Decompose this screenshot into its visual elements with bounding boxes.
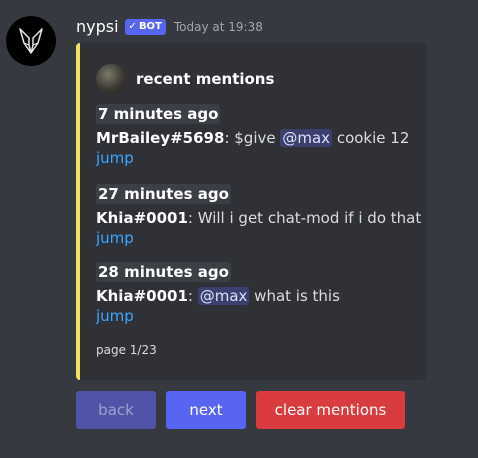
mention-text: what is this — [249, 287, 340, 305]
mention-user: Khia#0001 — [96, 287, 188, 305]
wolf-logo-icon — [19, 28, 43, 54]
mention-message: MrBailey#5698: $give @max cookie 12 — [96, 129, 410, 147]
bot-avatar[interactable] — [6, 16, 56, 66]
mention-time: 27 minutes ago — [96, 184, 231, 204]
mention-user: Khia#0001 — [96, 209, 188, 227]
mentions-embed: recent mentions 7 minutes ago MrBailey#5… — [76, 43, 426, 380]
jump-link[interactable]: jump — [96, 148, 409, 168]
bot-badge-label: BOT — [138, 20, 162, 32]
back-button[interactable]: back — [76, 391, 156, 429]
page-indicator: page 1/23 — [96, 343, 157, 357]
mention-text: cookie 12 — [332, 129, 410, 147]
mention-item: 28 minutes ago Khia#0001: @max what is t… — [96, 262, 340, 326]
user-mention-ping[interactable]: @max — [197, 287, 250, 305]
author-avatar — [96, 64, 126, 94]
clear-mentions-button[interactable]: clear mentions — [256, 391, 405, 429]
user-mention-ping[interactable]: @max — [280, 129, 333, 147]
mention-message: Khia#0001: Will i get chat-mod if i do t… — [96, 209, 422, 227]
next-button[interactable]: next — [166, 391, 246, 429]
username[interactable]: nypsi — [76, 17, 119, 36]
embed-author: recent mentions — [96, 64, 274, 94]
mention-time: 7 minutes ago — [96, 104, 221, 124]
checkmark-icon: ✓ — [128, 20, 137, 32]
jump-link[interactable]: jump — [96, 228, 421, 248]
timestamp[interactable]: Today at 19:38 — [174, 20, 263, 34]
jump-link[interactable]: jump — [96, 306, 340, 326]
bot-badge: ✓ BOT — [124, 18, 166, 35]
mention-item: 27 minutes ago Khia#0001: Will i get cha… — [96, 184, 421, 248]
message-header: nypsi ✓ BOT Today at 19:38 — [76, 17, 263, 36]
mention-user: MrBailey#5698 — [96, 129, 225, 147]
mention-text: Will i get chat-mod if i do that — [197, 209, 422, 227]
mention-text: $give — [234, 129, 281, 147]
embed-author-name: recent mentions — [136, 70, 275, 88]
mention-item: 7 minutes ago MrBailey#5698: $give @max … — [96, 104, 409, 168]
mention-message: Khia#0001: @max what is this — [96, 287, 340, 305]
mention-time: 28 minutes ago — [96, 262, 231, 282]
